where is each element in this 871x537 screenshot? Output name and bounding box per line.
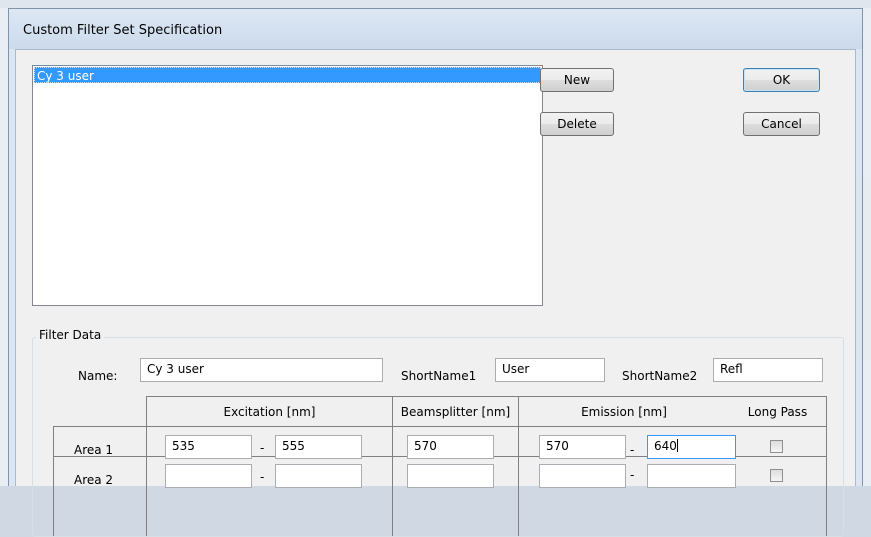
area2-long-pass-checkbox[interactable] xyxy=(770,469,783,482)
area1-label: Area 1 xyxy=(74,443,114,457)
dialog-title-bar[interactable]: Custom Filter Set Specification xyxy=(9,9,862,49)
name-field[interactable]: Cy 3 user xyxy=(140,358,383,382)
excitation-header: Excitation [nm] xyxy=(223,405,316,419)
grid-line-left xyxy=(53,426,54,536)
grid-line-header xyxy=(53,426,827,427)
area2-emission-dash: - xyxy=(630,468,635,482)
filter-data-group-label: Filter Data xyxy=(36,328,105,342)
shortname2-field[interactable]: Refl xyxy=(713,358,823,382)
area1-long-pass-checkbox[interactable] xyxy=(770,440,783,453)
area2-emission-to[interactable] xyxy=(647,464,736,488)
area2-excitation-from[interactable] xyxy=(165,464,252,488)
long-pass-header: Long Pass xyxy=(747,405,808,419)
dialog-client-area: Cy 3 user New Delete OK Cancel Filter Da… xyxy=(15,49,856,537)
grid-line-top xyxy=(146,396,827,397)
grid-line-right xyxy=(826,396,827,536)
area2-label: Area 2 xyxy=(74,473,114,487)
area1-emission-to[interactable]: 640 xyxy=(647,435,736,459)
filter-set-list[interactable]: Cy 3 user xyxy=(32,65,543,306)
background-title-strip xyxy=(0,0,871,8)
background-scroll-edge xyxy=(863,180,871,360)
area1-excitation-to[interactable]: 555 xyxy=(275,435,362,459)
area2-excitation-to[interactable] xyxy=(275,464,362,488)
area1-beamsplitter[interactable]: 570 xyxy=(407,435,494,459)
beamsplitter-header: Beamsplitter [nm] xyxy=(400,405,511,419)
area2-emission-from[interactable] xyxy=(539,464,626,488)
emission-header: Emission [nm] xyxy=(581,405,667,419)
delete-button[interactable]: Delete xyxy=(540,112,614,136)
ok-button[interactable]: OK xyxy=(743,68,820,92)
name-label: Name: xyxy=(78,369,118,383)
area1-excitation-dash: - xyxy=(260,441,265,455)
area1-emission-to-text: 640 xyxy=(654,439,677,453)
shortname1-label: ShortName1 xyxy=(401,369,477,383)
shortname1-field[interactable]: User xyxy=(495,358,605,382)
filter-set-list-item[interactable]: Cy 3 user xyxy=(34,67,541,83)
area1-emission-dash: - xyxy=(630,443,635,457)
new-button[interactable]: New xyxy=(540,68,614,92)
area2-beamsplitter[interactable] xyxy=(407,464,494,488)
custom-filter-set-dialog: Custom Filter Set Specification Cy 3 use… xyxy=(8,8,863,537)
dialog-title: Custom Filter Set Specification xyxy=(23,23,223,38)
text-caret xyxy=(676,439,678,452)
area2-excitation-dash: - xyxy=(260,470,265,484)
area1-excitation-from[interactable]: 535 xyxy=(165,435,252,459)
cancel-button[interactable]: Cancel xyxy=(743,112,820,136)
area1-emission-from[interactable]: 570 xyxy=(539,435,626,459)
shortname2-label: ShortName2 xyxy=(622,369,698,383)
